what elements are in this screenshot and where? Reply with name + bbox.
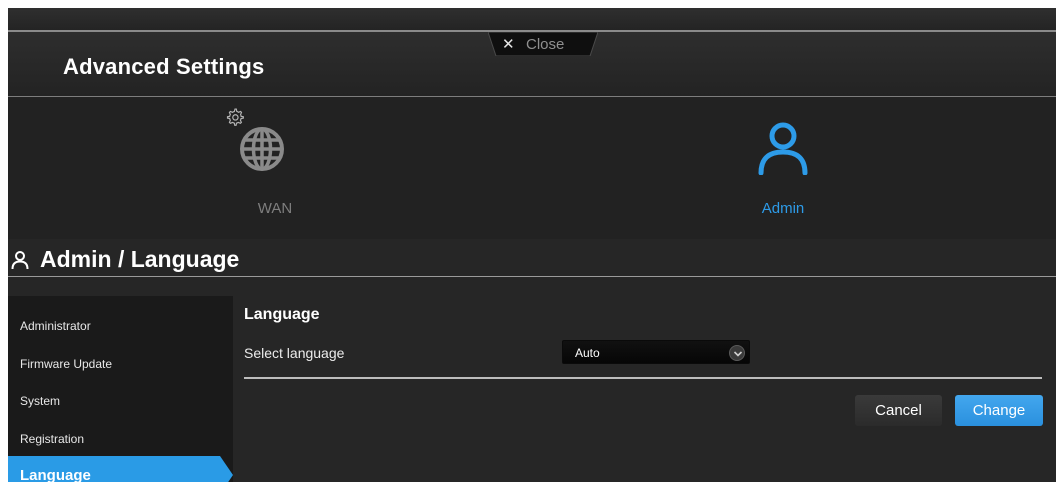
sidebar-item-label: Administrator [20,319,91,333]
close-icon: ✕ [502,36,515,53]
sidebar-item-firmware-update[interactable]: Firmware Update [8,344,233,382]
page-title: Advanced Settings [63,54,265,79]
top-strip [8,8,1056,30]
section-divider [8,276,1056,277]
sidebar-item-label: System [20,394,61,408]
cancel-button[interactable]: Cancel [855,395,942,426]
sidebar-item-registration[interactable]: Registration [8,419,233,457]
category-icon-bar: WAN Admin [8,97,1056,239]
gear-icon [226,108,244,126]
language-select-value: Auto [575,346,600,360]
panel-heading: Language [244,306,320,323]
close-button[interactable]: ✕ Close [488,32,598,56]
sidebar-item-label: Language [20,467,91,482]
user-icon [758,122,808,175]
active-indicator-arrow [220,456,233,482]
language-select[interactable]: Auto [562,340,750,364]
nav-item-admin[interactable]: Admin [703,97,863,239]
language-panel: Language Select language Auto Cancel Cha… [233,296,1056,482]
sidebar-item-label: Firmware Update [20,357,113,371]
select-language-label: Select language [244,345,345,361]
nav-label-admin: Admin [761,200,805,217]
globe-icon [240,127,284,171]
sidebar: Administrator Firmware Update System Reg… [8,296,233,482]
close-label: Close [526,36,565,53]
advanced-settings-window: Advanced Settings ✕ Close WAN Admin Admi… [8,8,1056,482]
nav-item-wan[interactable]: WAN [195,97,355,239]
user-icon [11,251,29,270]
sidebar-item-language[interactable]: Language [8,456,233,482]
change-button[interactable]: Change [955,395,1043,426]
section-title: Admin / Language [40,246,240,272]
sidebar-item-system[interactable]: System [8,381,233,419]
panel-divider [244,377,1042,379]
sidebar-item-label: Registration [20,432,85,446]
sidebar-item-administrator[interactable]: Administrator [8,306,233,344]
nav-label-wan: WAN [257,200,293,217]
section-header: Admin / Language [8,240,1056,276]
chevron-down-icon[interactable] [729,345,745,361]
